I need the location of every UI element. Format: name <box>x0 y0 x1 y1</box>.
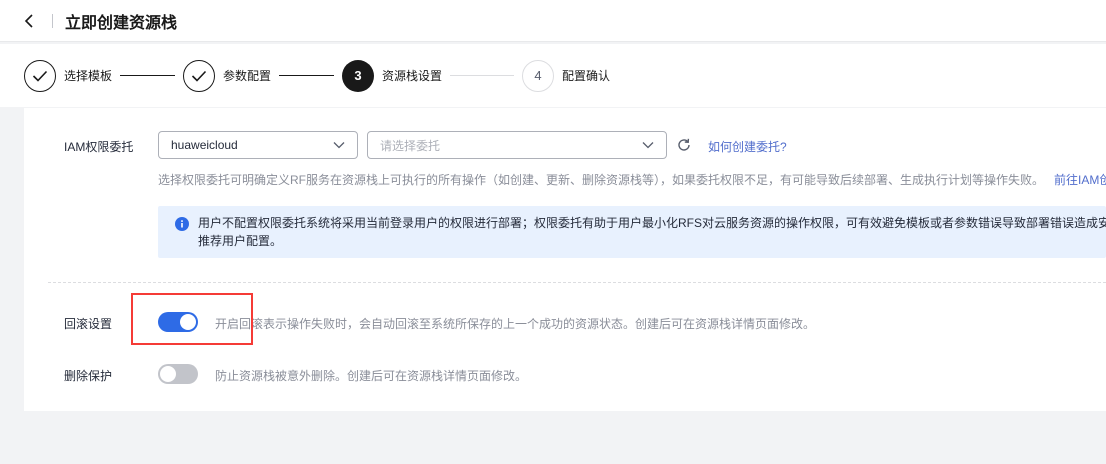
toggle-knob <box>160 366 176 382</box>
back-icon[interactable] <box>20 12 38 30</box>
stepper: 选择模板 参数配置 3 资源栈设置 4 配置确认 <box>0 44 1106 107</box>
delegation-select[interactable]: 请选择委托 <box>367 131 667 159</box>
page-title: 立即创建资源栈 <box>65 14 178 32</box>
step-number: 4 <box>522 59 555 92</box>
step-confirm[interactable]: 4 配置确认 <box>522 59 611 92</box>
check-icon <box>24 59 56 92</box>
step-label: 选择模板 <box>64 69 113 83</box>
check-icon <box>183 59 216 92</box>
step-label: 资源栈设置 <box>382 69 443 83</box>
iam-hint: 选择权限委托可明确定义RF服务在资源栈上可执行的所有操作（如创建、更新、删除资源… <box>158 173 1045 187</box>
stack-settings-card: IAM权限委托 huaweicloud 请选择委托 如何创建委托? 选择权限委托… <box>24 108 1106 411</box>
chevron-down-icon <box>642 138 654 152</box>
section-divider <box>48 282 1106 283</box>
rollback-label: 回滚设置 <box>64 317 113 331</box>
iam-label: IAM权限委托 <box>64 140 134 154</box>
deletion-protection-toggle[interactable] <box>158 364 198 384</box>
page-header: 立即创建资源栈 <box>0 0 1106 42</box>
rollback-toggle[interactable] <box>158 312 198 332</box>
rollback-description: 开启回滚表示操作失败时，会自动回滚至系统所保存的上一个成功的资源状态。创建后可在… <box>215 317 816 331</box>
step-connector <box>450 75 515 76</box>
deletion-protection-description: 防止资源栈被意外删除。创建后可在资源栈详情页面修改。 <box>215 369 528 383</box>
header-divider <box>52 13 53 28</box>
deletion-protection-label: 删除保护 <box>64 369 113 383</box>
step-select-template[interactable]: 选择模板 <box>24 59 113 92</box>
notice-text: 用户不配置权限委托系统将采用当前登录用户的权限进行部署；权限委托有助于用户最小化… <box>198 214 1106 250</box>
region-select-value: huaweicloud <box>171 138 238 152</box>
step-label: 配置确认 <box>562 69 611 83</box>
step-label: 参数配置 <box>223 69 272 83</box>
notice-line: 用户不配置权限委托系统将采用当前登录用户的权限进行部署；权限委托有助于用户最小化… <box>198 216 1106 230</box>
notice-line: 推荐用户配置。 <box>198 234 283 248</box>
refresh-icon[interactable] <box>676 137 692 153</box>
delegation-select-placeholder: 请选择委托 <box>380 138 441 153</box>
chevron-down-icon <box>333 138 345 152</box>
step-connector <box>279 75 335 76</box>
how-to-create-delegation-link[interactable]: 如何创建委托? <box>708 138 787 155</box>
step-param-config[interactable]: 参数配置 <box>183 59 272 92</box>
step-connector <box>120 75 176 76</box>
go-to-iam-link[interactable]: 前往IAM创 <box>1054 171 1106 188</box>
region-select[interactable]: huaweicloud <box>158 131 358 159</box>
toggle-knob <box>180 314 196 330</box>
info-notice: 用户不配置权限委托系统将采用当前登录用户的权限进行部署；权限委托有助于用户最小化… <box>158 206 1106 258</box>
step-stack-settings[interactable]: 3 资源栈设置 <box>342 59 443 92</box>
step-number: 3 <box>342 59 375 92</box>
info-icon <box>175 217 189 231</box>
